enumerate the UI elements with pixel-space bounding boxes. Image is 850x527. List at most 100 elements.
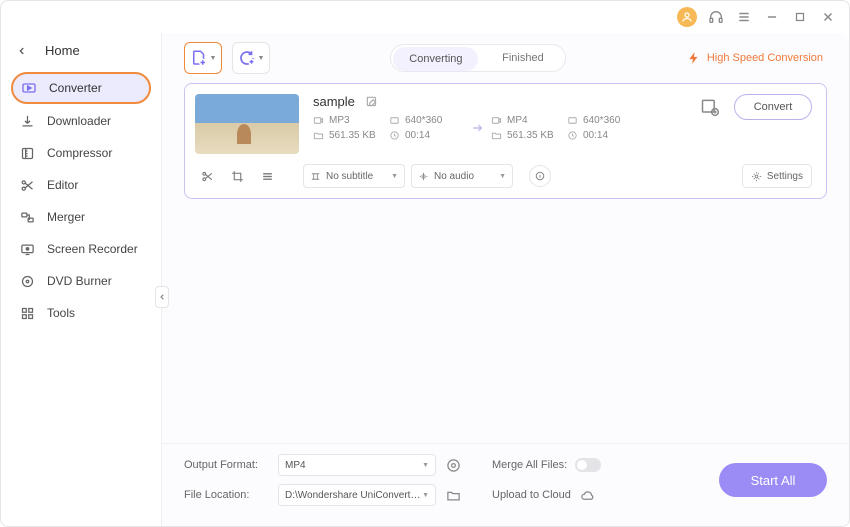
close-icon[interactable] [819, 8, 837, 26]
sidebar-item-label: Converter [49, 81, 102, 95]
file-location-value: D:\Wondershare UniConverter 1 [285, 490, 422, 501]
sidebar-item-label: Compressor [47, 146, 112, 160]
effects-button[interactable] [255, 165, 279, 187]
sidebar-item-editor[interactable]: Editor [11, 170, 151, 200]
chevron-down-icon: ▼ [499, 173, 506, 180]
sidebar-item-screen-recorder[interactable]: Screen Recorder [11, 234, 151, 264]
clock-icon [567, 130, 578, 141]
merger-icon [19, 210, 35, 225]
refresh-plus-icon [238, 49, 256, 67]
item-settings-button[interactable]: Settings [742, 164, 812, 188]
download-icon [19, 114, 35, 129]
output-format-select[interactable]: MP4 ▼ [278, 454, 436, 476]
output-format-value: MP4 [285, 460, 306, 471]
video-thumbnail[interactable] [195, 94, 299, 154]
src-format: MP3 [329, 115, 350, 126]
sidebar: Home Converter Downloader Compressor Ed [1, 33, 161, 526]
bolt-icon [687, 51, 701, 65]
maximize-icon[interactable] [791, 8, 809, 26]
format-settings-icon[interactable] [444, 456, 462, 474]
add-file-button[interactable]: ▼ [184, 42, 222, 74]
sidebar-item-label: Screen Recorder [47, 242, 138, 256]
crop-button[interactable] [225, 165, 249, 187]
converter-icon [21, 80, 37, 96]
upload-label: Upload to Cloud [492, 489, 571, 501]
open-folder-icon[interactable] [444, 486, 462, 504]
collapse-sidebar-button[interactable] [155, 286, 169, 308]
trim-button[interactable] [195, 165, 219, 187]
subtitle-value: No subtitle [326, 171, 373, 182]
sidebar-item-converter[interactable]: Converter [11, 72, 151, 104]
sidebar-item-downloader[interactable]: Downloader [11, 106, 151, 136]
file-card: sample MP3 561.35 KB [184, 83, 827, 199]
merge-label: Merge All Files: [492, 459, 567, 471]
dst-format: MP4 [507, 115, 528, 126]
add-url-button[interactable]: ▼ [232, 42, 270, 74]
high-speed-conversion-button[interactable]: High Speed Conversion [687, 51, 827, 65]
status-tabs: Converting Finished [390, 44, 566, 72]
sidebar-item-label: Editor [47, 178, 78, 192]
gear-icon [751, 171, 762, 182]
output-settings-icon[interactable] [700, 97, 720, 117]
titlebar [1, 1, 849, 33]
home-label: Home [45, 43, 80, 58]
chevron-down-icon: ▼ [391, 173, 398, 180]
clock-icon [389, 130, 400, 141]
footer: Output Format: MP4 ▼ Merge All Files: Fi… [162, 443, 849, 526]
src-size: 561.35 KB [329, 130, 376, 141]
grid-icon [19, 306, 35, 321]
home-button[interactable]: Home [11, 39, 151, 72]
menu-icon[interactable] [735, 8, 753, 26]
subtitle-icon [310, 171, 321, 182]
video-icon [313, 115, 324, 126]
tab-finished[interactable]: Finished [480, 45, 565, 71]
file-plus-icon [190, 49, 208, 67]
file-location-label: File Location: [184, 489, 270, 501]
folder-icon [313, 130, 324, 141]
info-button[interactable] [529, 165, 551, 187]
sidebar-item-dvd-burner[interactable]: DVD Burner [11, 266, 151, 296]
audio-value: No audio [434, 171, 474, 182]
sidebar-item-tools[interactable]: Tools [11, 298, 151, 328]
recorder-icon [19, 242, 35, 257]
arrow-right-icon [465, 121, 491, 135]
convert-button[interactable]: Convert [734, 94, 812, 120]
dst-size: 561.35 KB [507, 130, 554, 141]
compressor-icon [19, 146, 35, 161]
sidebar-item-merger[interactable]: Merger [11, 202, 151, 232]
file-location-select[interactable]: D:\Wondershare UniConverter 1 ▼ [278, 484, 436, 506]
dst-resolution: 640*360 [583, 115, 620, 126]
main-panel: ▼ ▼ Converting Finished High Speed Conve… [161, 33, 849, 526]
video-icon [491, 115, 502, 126]
cloud-icon[interactable] [579, 486, 597, 504]
resolution-icon [389, 115, 400, 126]
chevron-down-icon: ▼ [422, 492, 429, 499]
edit-name-icon[interactable] [365, 95, 379, 109]
chevron-left-icon [17, 46, 27, 56]
dst-duration: 00:14 [583, 130, 608, 141]
sidebar-item-label: DVD Burner [47, 274, 112, 288]
chevron-down-icon: ▼ [258, 55, 265, 62]
subtitle-select[interactable]: No subtitle ▼ [303, 164, 405, 188]
sidebar-item-compressor[interactable]: Compressor [11, 138, 151, 168]
disc-icon [19, 274, 35, 289]
tab-converting[interactable]: Converting [393, 47, 478, 71]
src-duration: 00:14 [405, 130, 430, 141]
high-speed-label: High Speed Conversion [707, 52, 823, 64]
folder-icon [491, 130, 502, 141]
user-avatar-icon[interactable] [677, 7, 697, 27]
scissors-icon [19, 178, 35, 193]
src-resolution: 640*360 [405, 115, 442, 126]
merge-toggle[interactable] [575, 458, 601, 472]
audio-icon [418, 171, 429, 182]
sidebar-item-label: Merger [47, 210, 85, 224]
sidebar-item-label: Downloader [47, 114, 111, 128]
sidebar-item-label: Tools [47, 306, 75, 320]
headset-icon[interactable] [707, 8, 725, 26]
toolbar: ▼ ▼ Converting Finished High Speed Conve… [162, 33, 849, 83]
minimize-icon[interactable] [763, 8, 781, 26]
chevron-down-icon: ▼ [210, 55, 217, 62]
chevron-left-icon [159, 293, 166, 301]
start-all-button[interactable]: Start All [719, 463, 827, 497]
audio-select[interactable]: No audio ▼ [411, 164, 513, 188]
